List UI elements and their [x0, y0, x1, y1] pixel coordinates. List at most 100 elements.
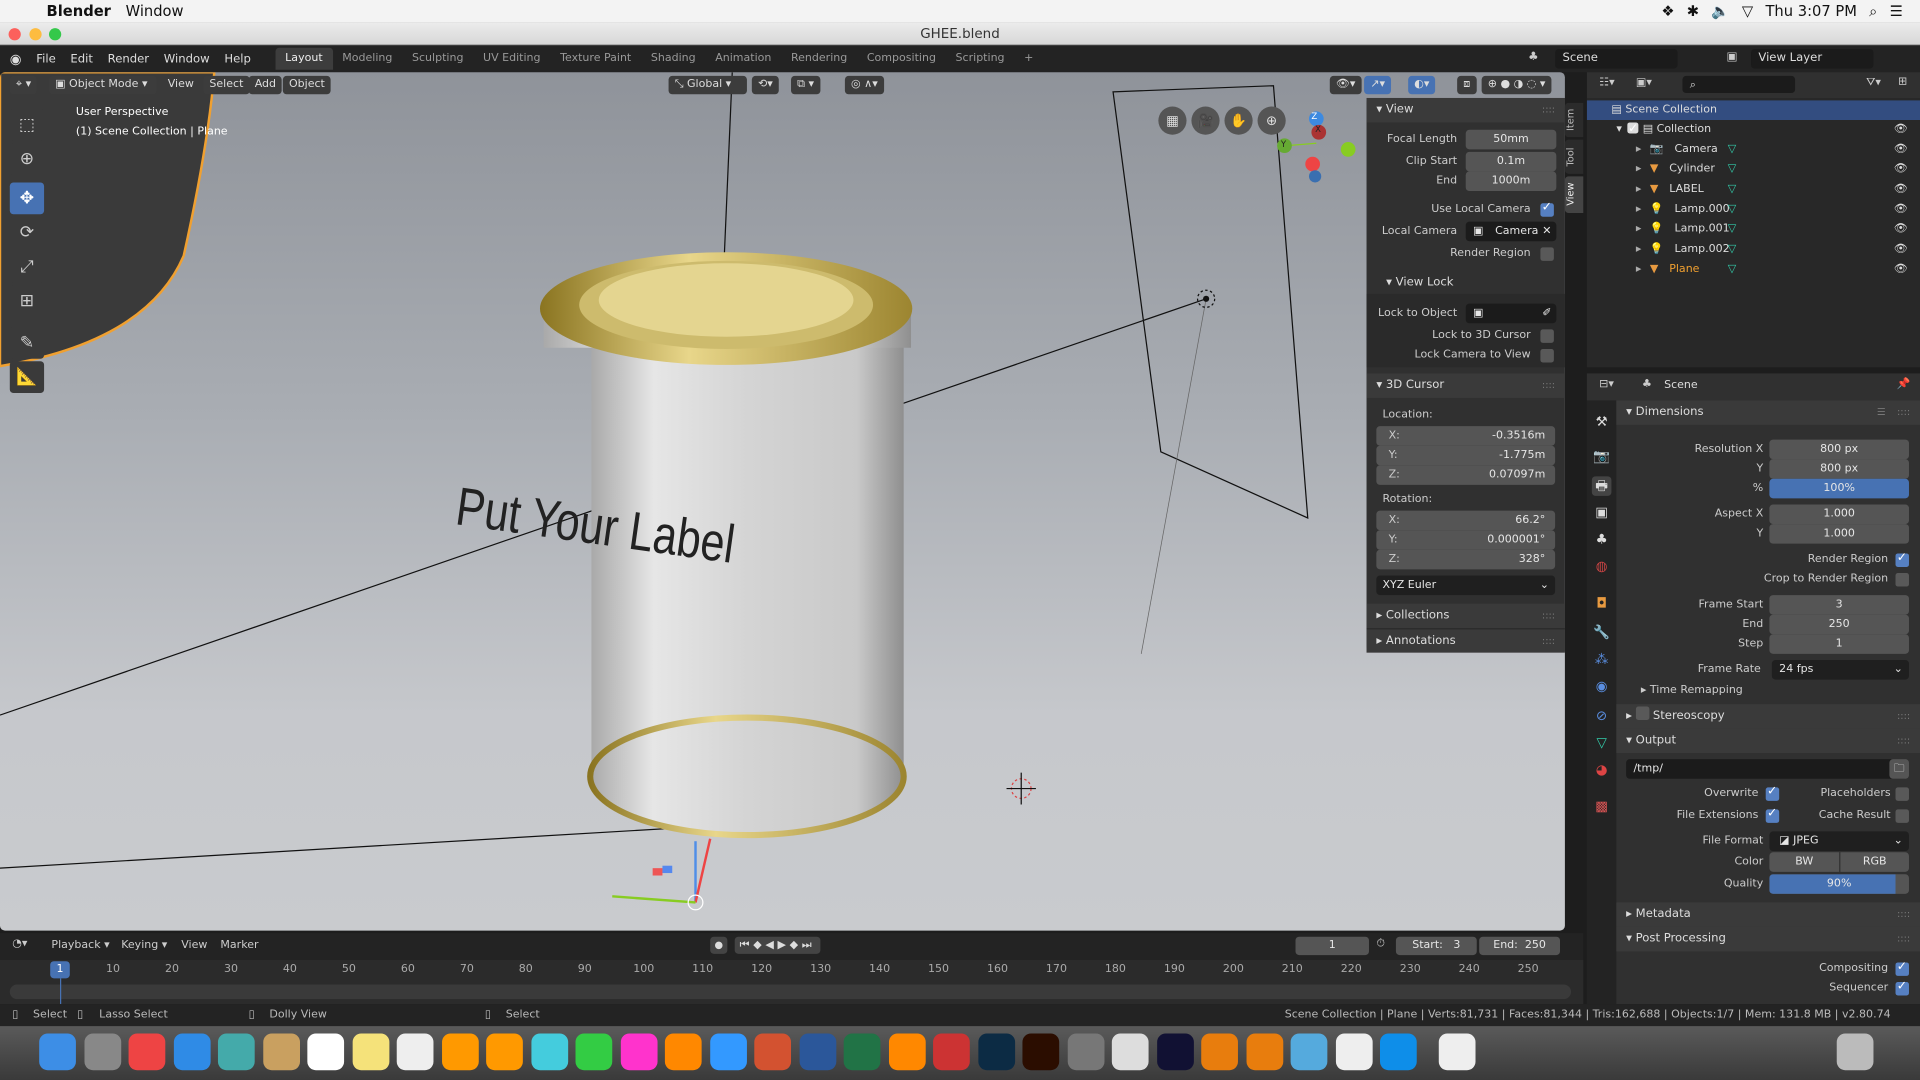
expand-arrow-icon[interactable]: ▸ [1636, 223, 1642, 235]
dock-app-illustrator-icon[interactable] [1022, 1033, 1060, 1071]
spotlight-icon[interactable]: ⌕ [1869, 2, 1877, 20]
dock-app-excel-icon[interactable] [843, 1033, 881, 1071]
end-frame-field[interactable]: End: 250 [1479, 936, 1561, 956]
object-data-icon[interactable]: ▽ [1728, 140, 1736, 160]
physics-tab-icon[interactable]: ◉ [1592, 677, 1612, 697]
dock-app-facetime-icon[interactable] [575, 1033, 613, 1071]
data-tab-icon[interactable]: ▽ [1592, 733, 1612, 753]
tab-shading[interactable]: Shading [641, 48, 705, 70]
cursor-tool[interactable]: ⊕ [9, 143, 45, 176]
quality-slider[interactable]: 90% [1769, 874, 1909, 894]
menu-help[interactable]: Help [217, 52, 258, 65]
cursor-loc-z[interactable]: Z: 0.07097m [1376, 465, 1556, 485]
folder-icon[interactable]: 🗀 [1889, 759, 1909, 779]
timeline-editor-icon[interactable]: ◔▾ [12, 938, 27, 950]
particles-tab-icon[interactable]: ⁂ [1592, 650, 1612, 670]
dock-app-stickies-icon[interactable] [352, 1033, 389, 1071]
clock[interactable]: Thu 3:07 PM [1765, 2, 1856, 20]
object-data-icon[interactable]: ▽ [1728, 219, 1736, 239]
jump-start-icon[interactable]: ⏮ [740, 939, 754, 951]
stereoscopy-checkbox[interactable] [1635, 706, 1650, 721]
dock-app-launchpad-icon[interactable] [83, 1033, 121, 1071]
scene-icon[interactable]: ♣ [1528, 50, 1538, 63]
marker-menu[interactable]: Marker [220, 939, 258, 951]
eye-icon[interactable]: 👁 [1894, 160, 1908, 180]
material-tab-icon[interactable]: ◕ [1592, 760, 1612, 780]
editor-type-button[interactable]: ⌖ ▾ [9, 75, 38, 95]
metadata-panel-header[interactable]: ▸ Metadata:::: [1616, 902, 1920, 927]
eye-icon[interactable]: 👁 [1894, 219, 1908, 239]
mode-selector[interactable]: ▣ Object Mode ▾ [48, 75, 157, 95]
visibility-button[interactable]: 👁▾ [1329, 75, 1362, 95]
dock-app-finder-icon[interactable] [1290, 1033, 1328, 1071]
tab-view[interactable]: View [1564, 176, 1584, 214]
dock-app-unity-icon[interactable] [1335, 1033, 1373, 1071]
filter-icon[interactable]: ⛛▾ [1866, 77, 1881, 89]
dock-app-books-icon[interactable] [664, 1033, 702, 1071]
start-frame-field[interactable]: Start: 3 [1395, 936, 1477, 956]
eyedropper-icon[interactable]: ✐ [1542, 304, 1551, 324]
dimensions-panel-header[interactable]: ▾ Dimensions ☰:::: [1616, 400, 1920, 425]
local-camera-field[interactable]: ▣ Camera ✕ [1465, 221, 1557, 242]
dock-app-blender-icon[interactable] [1201, 1033, 1238, 1071]
record-button[interactable]: ● [710, 936, 728, 954]
lock-camera-checkbox[interactable] [1540, 348, 1554, 363]
outliner-item-lamp-000[interactable]: ▸ 💡 Lamp.000 ▽ 👁 [1587, 199, 1920, 219]
object-data-icon[interactable]: ▽ [1728, 160, 1736, 180]
volume-icon[interactable]: 🔈 [1711, 2, 1729, 20]
tab-animation[interactable]: Animation [705, 48, 781, 70]
menu-edit[interactable]: Edit [63, 52, 100, 65]
scene-selector[interactable]: Scene [1555, 48, 1678, 69]
proportional-edit-button[interactable]: ◎ ∧▾ [844, 75, 884, 95]
object-data-icon[interactable]: ▽ [1728, 259, 1736, 279]
pan-hand-icon[interactable]: ✋ [1224, 106, 1253, 135]
output-panel-header[interactable]: ▾ Output:::: [1616, 728, 1920, 754]
trash-icon[interactable] [1836, 1033, 1874, 1071]
annotations-panel-header[interactable]: ▸ Annotations:::: [1366, 628, 1565, 653]
transform-tool[interactable]: ⊞ [9, 285, 45, 318]
3d-cursor-panel-header[interactable]: ▾ 3D Cursor:::: [1366, 373, 1565, 398]
tab-item[interactable]: Item [1564, 102, 1584, 138]
select-box-tool[interactable]: ⬚ [9, 108, 45, 141]
texture-tab-icon[interactable]: ▩ [1592, 797, 1612, 817]
dock-app-messages-icon[interactable] [530, 1033, 568, 1071]
world-tab-icon[interactable]: ◍ [1592, 557, 1612, 577]
rotate-tool[interactable]: ⟳ [9, 216, 45, 249]
dock-app-safari-icon[interactable] [173, 1033, 211, 1071]
dock-app-photos-icon[interactable] [441, 1033, 479, 1071]
output-tab-icon[interactable]: 🖶 [1591, 476, 1612, 496]
notification-icon[interactable]: ☰ [1890, 2, 1903, 20]
dock-app-powerpoint-icon[interactable] [754, 1033, 792, 1071]
color-rgb-button[interactable]: RGB [1840, 852, 1909, 872]
tool-tab-icon[interactable]: ⚒ [1592, 413, 1612, 433]
dock-app-sheep-icon[interactable] [1111, 1033, 1149, 1071]
use-local-camera-checkbox[interactable] [1540, 201, 1554, 217]
outliner-search-input[interactable]: ⌕ [1682, 75, 1796, 94]
stereoscopy-panel-header[interactable]: ▸ Stereoscopy:::: [1616, 704, 1920, 729]
render-region-checkbox[interactable] [1540, 247, 1554, 261]
dock-app-chrome-icon[interactable] [128, 1033, 166, 1071]
wifi-icon[interactable]: ▽ [1742, 2, 1753, 20]
play-icon[interactable]: ▶ [777, 939, 789, 951]
time-remapping-header[interactable]: ▸ Time Remapping [1641, 684, 1743, 696]
dock-app-calendar-icon[interactable] [307, 1033, 345, 1071]
eye-icon[interactable]: 👁 [1894, 259, 1908, 279]
constraints-tab-icon[interactable]: ⊘ [1592, 707, 1612, 727]
clip-start-field[interactable]: 0.1m [1465, 151, 1557, 172]
play-reverse-icon[interactable]: ◀ [765, 939, 777, 951]
menu-view[interactable]: View [162, 76, 200, 94]
gizmo-toggle[interactable]: ↗▾ [1364, 75, 1392, 95]
file-format-dropdown[interactable]: ◪ JPEG ⌄ [1769, 831, 1909, 852]
tab-tool[interactable]: Tool [1564, 139, 1584, 174]
eye-icon[interactable]: 👁 [1894, 120, 1908, 140]
collection-checkbox[interactable] [1626, 120, 1638, 140]
dock-app-teamviewer-icon[interactable] [1380, 1033, 1417, 1071]
camera-view-icon[interactable]: 🎥 [1191, 106, 1220, 135]
outliner-item-camera[interactable]: ▸ 📷 Camera ▽ 👁 [1587, 140, 1920, 160]
outliner-item-lamp-001[interactable]: ▸ 💡 Lamp.001 ▽ 👁 [1587, 219, 1920, 239]
frame-rate-dropdown[interactable]: 24 fps ⌄ [1771, 660, 1909, 680]
sequencer-checkbox[interactable] [1895, 980, 1909, 996]
expand-arrow-icon[interactable]: ▸ [1636, 163, 1642, 175]
modifier-tab-icon[interactable]: 🔧 [1592, 623, 1612, 643]
dock-app-photoshop-icon[interactable] [977, 1033, 1015, 1071]
